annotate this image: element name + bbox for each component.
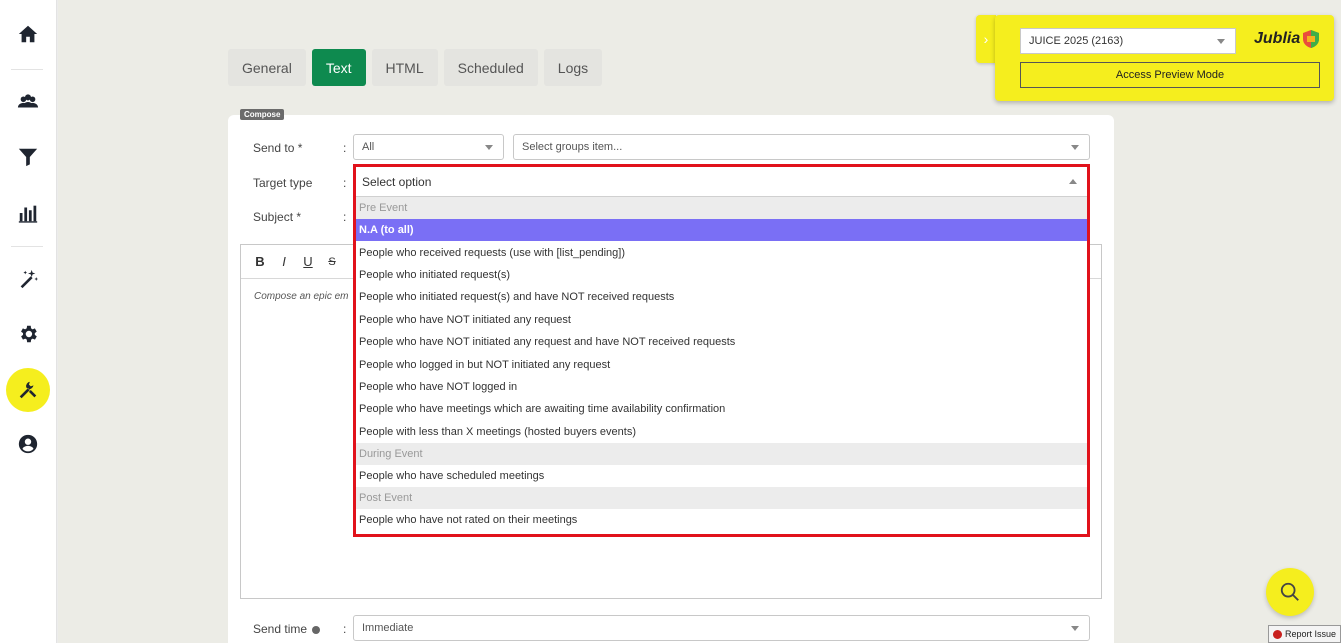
bold-button[interactable]: B: [253, 254, 267, 269]
preview-panel: JUICE 2025 (2163) Jublia Access Preview …: [995, 15, 1334, 101]
tab-text[interactable]: Text: [311, 49, 366, 86]
option-item[interactable]: People who have scheduled meetings: [356, 465, 1087, 487]
chevron-down-icon: [1071, 145, 1079, 150]
option-item[interactable]: People who logged in but NOT initiated a…: [356, 353, 1087, 375]
tab-scheduled[interactable]: Scheduled: [443, 49, 538, 86]
floating-search-button[interactable]: [1266, 568, 1314, 616]
editor-placeholder: Compose an epic em: [254, 291, 349, 302]
sidebar-divider: [11, 69, 43, 70]
info-icon[interactable]: [312, 625, 321, 634]
option-item[interactable]: People who have NOT logged in: [356, 376, 1087, 398]
option-item[interactable]: People who initiated request(s) and have…: [356, 286, 1087, 308]
option-item[interactable]: People who have not rated on their meeti…: [356, 509, 1087, 531]
home-icon[interactable]: [6, 12, 50, 56]
bug-icon: [1273, 629, 1282, 639]
target-type-search-value: Select option: [362, 174, 432, 189]
subject-colon: :: [343, 210, 347, 224]
option-item[interactable]: People who have meetings which are await…: [356, 398, 1087, 420]
filter-icon[interactable]: [6, 135, 50, 179]
tab-general[interactable]: General: [228, 49, 306, 86]
subject-label: Subject *: [253, 210, 302, 224]
send-time-label-text: Send time: [253, 622, 308, 636]
account-circle-icon[interactable]: [6, 422, 50, 466]
send-time-label: Send time: [253, 622, 321, 636]
send-time-select[interactable]: Immediate: [353, 615, 1090, 641]
option-group-label: Pre Event: [356, 197, 1087, 219]
target-type-label: Target type: [253, 176, 313, 190]
chevron-down-icon: [1217, 39, 1225, 44]
option-group-label: Post Event: [356, 487, 1087, 510]
send-time-colon: :: [343, 622, 347, 636]
chevron-up-icon: [1069, 179, 1077, 184]
preview-panel-toggle[interactable]: ›: [976, 15, 996, 63]
send-to-colon: :: [343, 141, 347, 155]
report-issue-label: Report Issue: [1285, 629, 1337, 639]
groups-select[interactable]: Select groups item...: [513, 134, 1090, 160]
chevron-down-icon: [485, 145, 493, 150]
brand-logo: Jublia: [1254, 30, 1320, 48]
option-item[interactable]: People with less than X meetings (hosted…: [356, 421, 1087, 443]
option-item[interactable]: People who have NOT initiated any reques…: [356, 331, 1087, 353]
strikethrough-button[interactable]: S: [325, 256, 339, 268]
send-to-label: Send to *: [253, 141, 303, 155]
option-item[interactable]: People who received requests (use with […: [356, 241, 1087, 263]
option-item[interactable]: People who have NOT initiated any reques…: [356, 309, 1087, 331]
shield-logo-icon: [1303, 30, 1320, 48]
groups-placeholder: Select groups item...: [522, 141, 623, 153]
target-type-colon: :: [343, 176, 347, 190]
search-icon: [1280, 582, 1299, 601]
sidebar: [0, 0, 57, 643]
users-icon[interactable]: [6, 80, 50, 124]
send-to-value: All: [362, 141, 375, 153]
tab-html[interactable]: HTML: [371, 49, 438, 86]
brand-name: Jublia: [1254, 30, 1301, 47]
target-type-options: Pre Event N.A (to all) People who receiv…: [356, 197, 1087, 532]
gear-icon[interactable]: [6, 312, 50, 356]
event-select-value: JUICE 2025 (2163): [1029, 35, 1124, 47]
sidebar-divider: [11, 246, 43, 247]
option-group-label: During Event: [356, 442, 1087, 465]
tab-bar: General Text HTML Scheduled Logs: [228, 49, 603, 86]
chevron-down-icon: [1071, 626, 1079, 631]
target-type-dropdown[interactable]: Select option Pre Event N.A (to all) Peo…: [353, 164, 1090, 537]
access-preview-button[interactable]: Access Preview Mode: [1020, 62, 1320, 88]
target-type-search[interactable]: Select option: [356, 167, 1087, 197]
italic-button[interactable]: I: [277, 254, 291, 269]
chart-bars-icon[interactable]: [6, 191, 50, 235]
compose-badge: Compose: [240, 109, 285, 120]
option-item[interactable]: N.A (to all): [356, 219, 1087, 242]
event-select[interactable]: JUICE 2025 (2163): [1020, 28, 1236, 54]
tools-icon[interactable]: [6, 368, 50, 412]
underline-button[interactable]: U: [301, 254, 315, 269]
magic-wand-icon[interactable]: [6, 257, 50, 301]
send-time-value: Immediate: [362, 622, 414, 634]
tab-logs[interactable]: Logs: [543, 49, 603, 86]
send-to-select[interactable]: All: [353, 134, 504, 160]
report-issue-button[interactable]: Report Issue: [1268, 625, 1341, 643]
option-item[interactable]: People who initiated request(s): [356, 264, 1087, 286]
